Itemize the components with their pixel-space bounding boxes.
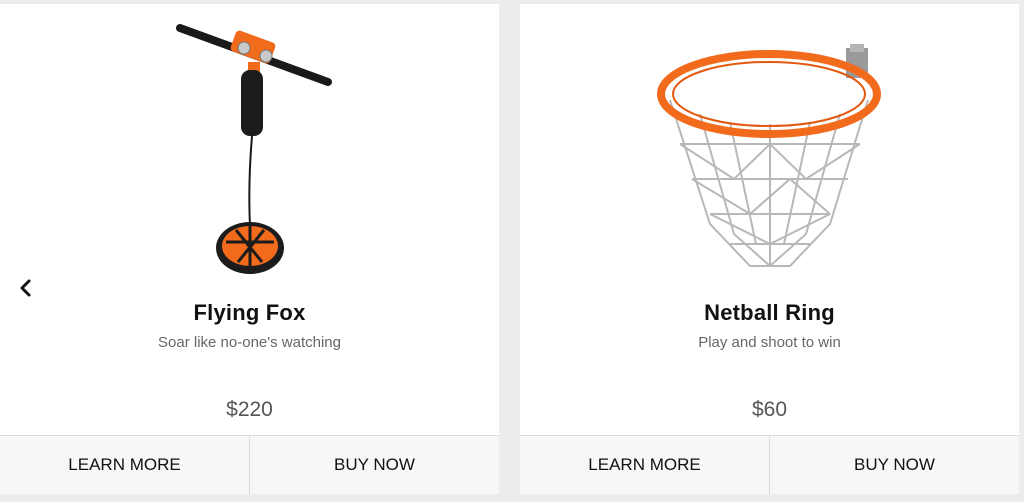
learn-more-button[interactable]: LEARN MORE [520, 436, 769, 494]
product-card-flying-fox: Flying Fox Soar like no-one's watching $… [0, 4, 499, 494]
product-title: Netball Ring [704, 300, 835, 325]
carousel-prev-button[interactable] [14, 276, 38, 300]
product-title: Flying Fox [193, 300, 306, 325]
product-actions: LEARN MORE BUY NOW [0, 435, 499, 494]
learn-more-button[interactable]: LEARN MORE [0, 436, 249, 494]
product-tagline: Play and shoot to win [698, 334, 841, 351]
product-tagline: Soar like no-one's watching [158, 334, 341, 351]
buy-now-button[interactable]: BUY NOW [769, 436, 1019, 494]
netball-ring-image[interactable] [520, 4, 1019, 292]
flying-fox-image[interactable] [0, 4, 499, 292]
product-price: $220 [226, 398, 273, 421]
buy-now-button[interactable]: BUY NOW [249, 436, 499, 494]
product-card-netball-ring: Netball Ring Play and shoot to win $60 L… [520, 4, 1019, 494]
product-actions: LEARN MORE BUY NOW [520, 435, 1019, 494]
product-price: $60 [751, 398, 788, 421]
chevron-left-icon [20, 279, 31, 297]
